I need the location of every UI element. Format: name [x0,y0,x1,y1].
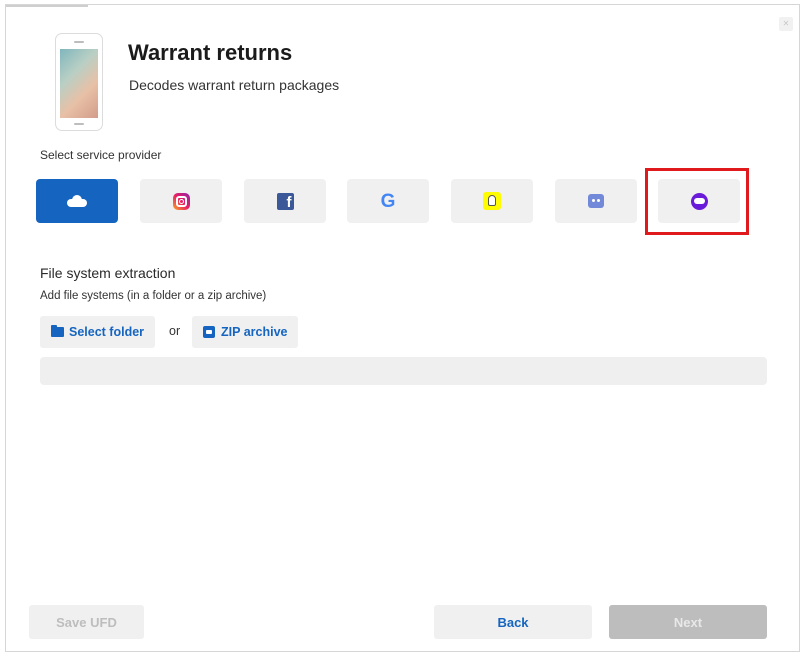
save-ufd-button[interactable]: Save UFD [29,605,144,639]
section-title: File system extraction [40,265,176,281]
provider-cloud-button[interactable] [36,179,118,223]
cloud-icon [67,195,87,207]
zip-archive-label: ZIP archive [221,325,288,339]
phone-speaker [74,41,84,43]
zip-archive-button[interactable]: ZIP archive [192,316,299,348]
provider-discord-button[interactable] [555,179,637,223]
provider-instagram-button[interactable] [140,179,222,223]
select-folder-button[interactable]: Select folder [40,316,156,348]
phone-home-button [74,123,84,125]
instagram-icon [172,192,190,210]
select-folder-label: Select folder [69,325,145,339]
snapchat-icon [483,192,501,210]
phone-screen [60,49,98,118]
provider-google-button[interactable]: G [347,179,429,223]
page-subtitle: Decodes warrant return packages [129,77,340,93]
discord-icon [588,194,604,208]
folder-icon [51,325,64,337]
provider-snapchat-button[interactable] [451,179,533,223]
close-icon[interactable]: ✕ [779,17,793,31]
file-list [40,357,767,385]
facebook-icon: f [276,192,294,210]
next-button[interactable]: Next [609,605,767,639]
google-icon: G [380,190,396,212]
back-button[interactable]: Back [434,605,592,639]
select-provider-label: Select service provider [40,148,162,162]
section-hint: Add file systems (in a folder or a zip a… [40,290,267,302]
provider-facebook-button[interactable]: f [244,179,326,223]
phone-illustration [55,33,103,131]
highlight-box [645,168,749,235]
archive-icon [203,326,215,338]
or-separator: or [169,324,181,338]
page-title: Warrant returns [128,40,293,65]
top-edge [6,5,88,7]
